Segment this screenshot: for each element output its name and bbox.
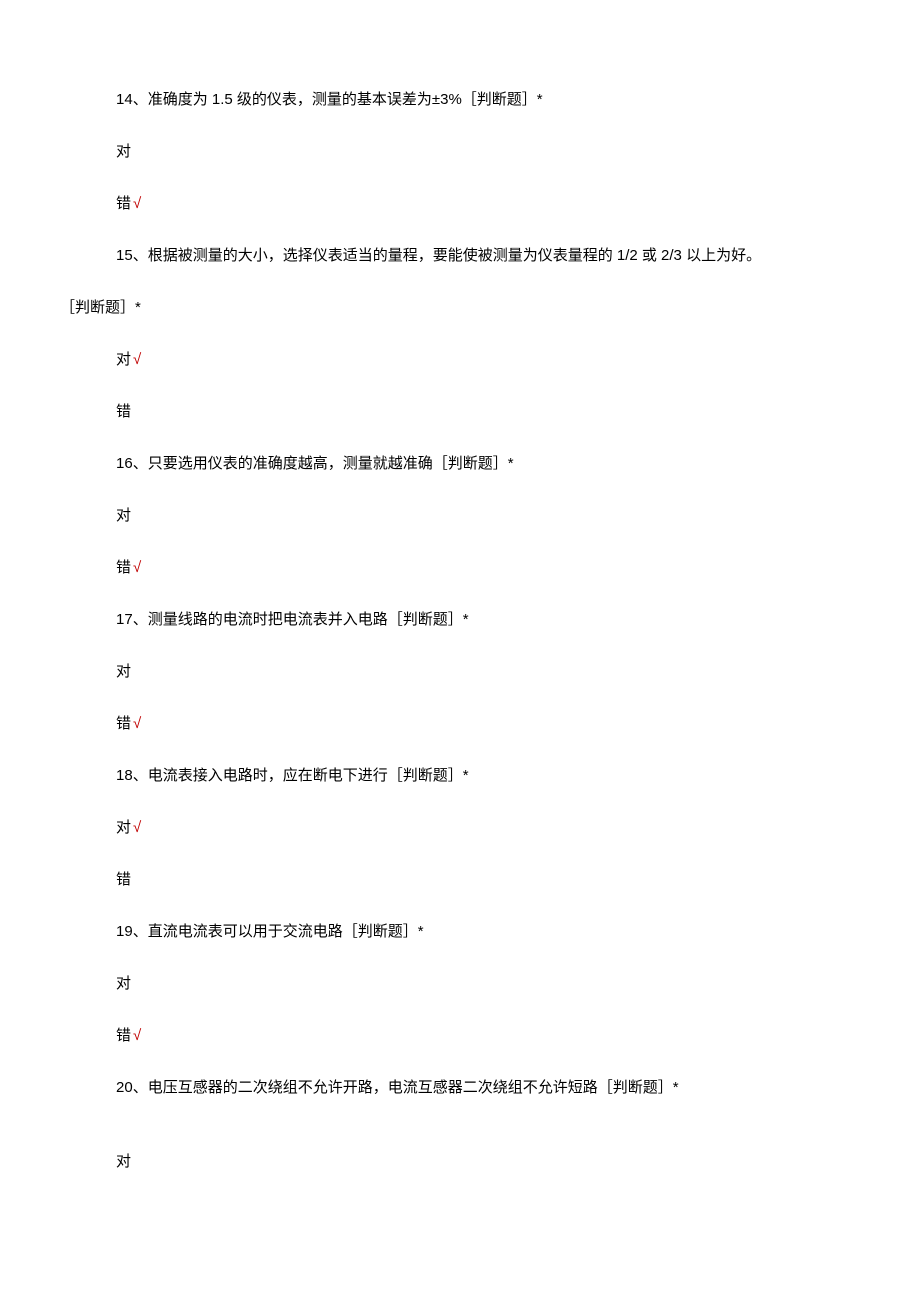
answer-label: 对 bbox=[116, 663, 131, 680]
answer-label: 错 bbox=[116, 871, 131, 888]
correct-mark-icon: √ bbox=[133, 351, 141, 368]
question-20-text: 20、电压互感器的二次绕组不允许开路，电流互感器二次绕组不允许短路［判断题］* bbox=[60, 1076, 860, 1100]
answer-label: 对 bbox=[116, 351, 131, 368]
question-number: 14 bbox=[116, 91, 133, 108]
question-20: 20、电压互感器的二次绕组不允许开路，电流互感器二次绕组不允许短路［判断题］* … bbox=[60, 1076, 860, 1174]
question-19-text: 19、直流电流表可以用于交流电路［判断题］* bbox=[60, 920, 860, 944]
answer-option: 对 bbox=[60, 504, 860, 528]
question-number: 16 bbox=[116, 455, 133, 472]
question-14: 14、准确度为 1.5 级的仪表，测量的基本误差为±3%［判断题］* 对 错√ bbox=[60, 88, 860, 216]
correct-mark-icon: √ bbox=[133, 1027, 141, 1044]
answer-label: 对 bbox=[116, 1153, 131, 1170]
question-number: 17 bbox=[116, 611, 133, 628]
question-body: 、电压互感器的二次绕组不允许开路，电流互感器二次绕组不允许短路［判断题］* bbox=[133, 1079, 679, 1096]
question-17: 17、测量线路的电流时把电流表并入电路［判断题］* 对 错√ bbox=[60, 608, 860, 736]
answer-label: 错 bbox=[116, 195, 131, 212]
answer-option: 错√ bbox=[60, 556, 860, 580]
question-14-text: 14、准确度为 1.5 级的仪表，测量的基本误差为±3%［判断题］* bbox=[60, 88, 860, 112]
question-18-text: 18、电流表接入电路时，应在断电下进行［判断题］* bbox=[60, 764, 860, 788]
question-number: 15 bbox=[116, 247, 133, 264]
question-18: 18、电流表接入电路时，应在断电下进行［判断题］* 对√ 错 bbox=[60, 764, 860, 892]
question-number: 19 bbox=[116, 923, 133, 940]
question-16-text: 16、只要选用仪表的准确度越高，测量就越准确［判断题］* bbox=[60, 452, 860, 476]
question-number: 20 bbox=[116, 1079, 133, 1096]
answer-option: 错√ bbox=[60, 1024, 860, 1048]
question-body: 、电流表接入电路时，应在断电下进行［判断题］* bbox=[133, 767, 469, 784]
question-body: 、只要选用仪表的准确度越高，测量就越准确［判断题］* bbox=[133, 455, 514, 472]
answer-option: 对 bbox=[60, 660, 860, 684]
question-body-part1: 、根据被测量的大小，选择仪表适当的量程，要能使被测量为仪表量程的 1/2 或 2… bbox=[133, 247, 761, 264]
question-body: 、准确度为 1.5 级的仪表，测量的基本误差为±3%［判断题］* bbox=[133, 91, 543, 108]
correct-mark-icon: √ bbox=[133, 715, 141, 732]
answer-option: 错 bbox=[60, 400, 860, 424]
question-15: 15、根据被测量的大小，选择仪表适当的量程，要能使被测量为仪表量程的 1/2 或… bbox=[60, 244, 860, 424]
answer-label: 错 bbox=[116, 403, 131, 420]
question-body: 、直流电流表可以用于交流电路［判断题］* bbox=[133, 923, 424, 940]
answer-option: 对 bbox=[60, 140, 860, 164]
answer-label: 对 bbox=[116, 819, 131, 836]
correct-mark-icon: √ bbox=[133, 819, 141, 836]
answer-option: 对 bbox=[60, 1150, 860, 1174]
correct-mark-icon: √ bbox=[133, 195, 141, 212]
answer-option: 错 bbox=[60, 868, 860, 892]
answer-option: 对 bbox=[60, 972, 860, 996]
answer-label: 对 bbox=[116, 975, 131, 992]
question-body: 、测量线路的电流时把电流表并入电路［判断题］* bbox=[133, 611, 469, 628]
question-15-text: 15、根据被测量的大小，选择仪表适当的量程，要能使被测量为仪表量程的 1/2 或… bbox=[60, 244, 860, 320]
question-19: 19、直流电流表可以用于交流电路［判断题］* 对 错√ bbox=[60, 920, 860, 1048]
answer-label: 错 bbox=[116, 1027, 131, 1044]
answer-label: 对 bbox=[116, 507, 131, 524]
answer-option: 错√ bbox=[60, 712, 860, 736]
question-line2: ［判断题］* bbox=[60, 296, 860, 320]
answer-option: 对√ bbox=[60, 816, 860, 840]
answer-option: 对√ bbox=[60, 348, 860, 372]
question-16: 16、只要选用仪表的准确度越高，测量就越准确［判断题］* 对 错√ bbox=[60, 452, 860, 580]
answer-label: 对 bbox=[116, 143, 131, 160]
answer-label: 错 bbox=[116, 559, 131, 576]
answer-option: 错√ bbox=[60, 192, 860, 216]
question-number: 18 bbox=[116, 767, 133, 784]
question-line1: 15、根据被测量的大小，选择仪表适当的量程，要能使被测量为仪表量程的 1/2 或… bbox=[60, 244, 860, 268]
correct-mark-icon: √ bbox=[133, 559, 141, 576]
answer-label: 错 bbox=[116, 715, 131, 732]
question-17-text: 17、测量线路的电流时把电流表并入电路［判断题］* bbox=[60, 608, 860, 632]
